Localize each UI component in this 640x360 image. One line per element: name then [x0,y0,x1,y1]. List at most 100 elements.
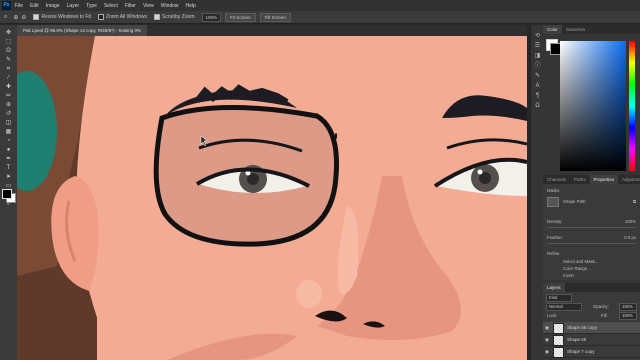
menu-help[interactable]: Help [186,3,196,9]
tab-properties[interactable]: Properties [589,175,619,184]
tab-layers[interactable]: Layers [543,283,565,292]
hue-slider[interactable] [629,41,635,171]
panel-icon-strip: ⟲ ☰ ◨ ⓘ ✎ A ¶ Ω [530,25,544,360]
visibility-eye-icon[interactable]: ◉ [545,337,550,342]
tab-channels[interactable]: Channels [543,175,570,184]
tab-color[interactable]: Color [543,25,562,34]
color-picker [545,37,638,172]
tools-panel: ✥ ⬚ ʘ ✎ ⌗ ⁄ ✚ ✏ ⊕ ↺ ◫ ▦ ◔ ● ✒ T ➤ ▭ ✋ ⌕ [0,25,18,360]
stamp-icon[interactable]: ⊕ [0,101,17,110]
nose-tip-highlight-shape [296,280,322,308]
fit-screen-button[interactable]: Fit Screen [225,12,256,22]
zoom-all-windows-checkbox[interactable]: Zoom All Windows [97,14,148,20]
menu-file[interactable]: File [15,3,23,9]
menu-layer[interactable]: Layer [67,3,80,9]
brush-icon[interactable]: ✏ [0,92,17,101]
fill-screen-button[interactable]: Fill Screen [259,12,291,22]
checkbox-label: Zoom All Windows [105,14,148,20]
kind-filter-dropdown[interactable]: Kind [546,294,572,302]
foreground-color-swatch[interactable] [2,189,12,199]
zoom-in-icon[interactable]: ⊕ [13,14,18,21]
quick-select-icon[interactable]: ✎ [0,56,17,65]
menu-filter[interactable]: Filter [125,3,136,9]
blend-mode-dropdown[interactable]: Normal [546,303,582,311]
feather-slider[interactable] [547,243,636,244]
menu-edit[interactable]: Edit [30,3,39,9]
checkbox-box[interactable] [154,14,161,20]
marquee-icon[interactable]: ⬚ [0,38,17,47]
visibility-eye-icon[interactable]: ◉ [545,349,550,354]
lock-label: Lock: [547,313,558,318]
document-tab-bar: Pak Lpeol @ 96.6% (Shape 14 copy, RGB/8*… [17,25,527,36]
blur-icon[interactable]: ◔ [0,137,17,146]
color-range-button[interactable]: Color Range... [563,266,591,271]
resize-windows-checkbox[interactable]: Resize Windows to Fit [33,14,91,20]
fill-label: Fill: [601,313,608,318]
saturation-field[interactable] [560,41,626,171]
options-bar: ⌕ ⊕ ⊖ Resize Windows to Fit Zoom All Win… [0,11,640,24]
select-and-mask-button[interactable]: Select and Mask... [563,259,598,264]
gradient-icon[interactable]: ▦ [0,128,17,137]
fill-field[interactable]: 100% [619,312,637,320]
density-slider[interactable] [547,227,636,228]
checkbox-label: Scrubby Zoom [162,14,195,20]
masks-section-title: Masks [547,188,560,193]
tab-swatches[interactable]: Swatches [562,25,590,34]
color-panel-tabs: Color Swatches [543,25,640,34]
lasso-icon[interactable]: ʘ [0,47,17,56]
eraser-icon[interactable]: ◫ [0,119,17,128]
layer-row[interactable]: ◉ Shape 56 copy [543,322,640,334]
canvas[interactable] [17,36,527,360]
density-label: Density: [547,219,563,224]
move-icon[interactable]: ✥ [0,29,17,38]
pen-icon[interactable]: ✒ [0,155,17,164]
zoom-tool-icon[interactable]: ⌕ [4,14,7,21]
layer-row[interactable]: ◉ Shape 7 copy [543,346,640,358]
opacity-field[interactable]: 100% [619,303,637,311]
path-select-icon[interactable]: ➤ [0,173,17,182]
feather-value[interactable]: 0.0 px [624,235,636,240]
crop-icon[interactable]: ⌗ [0,65,17,74]
tab-paths[interactable]: Paths [570,175,590,184]
right-panel-dock: Color Swatches Channels Paths Properties… [543,25,640,360]
zoom-percent-field[interactable]: 100% [201,12,222,22]
visibility-eye-icon[interactable]: ◉ [545,325,550,330]
healing-icon[interactable]: ✚ [0,83,17,92]
scrubby-zoom-checkbox[interactable]: Scrubby Zoom [154,14,195,20]
invert-button[interactable]: Invert [563,273,574,278]
mask-thumbnail [547,197,559,207]
feather-label: Feather: [547,235,564,240]
layer-name: Shape 7 copy [567,349,595,354]
menu-type[interactable]: Type [86,3,97,9]
layers-panel: Layers Kind Normal Opacity: 100% Lock: F… [543,283,640,360]
menu-view[interactable]: View [143,3,154,9]
layer-row[interactable]: ◉ Shape 56 [543,334,640,346]
document-tab[interactable]: Pak Lpeol @ 96.6% (Shape 14 copy, RGB/8*… [17,25,148,36]
layers-panel-tabs: Layers [543,283,640,292]
density-value[interactable]: 100% [625,219,636,224]
layer-thumbnail [553,335,564,346]
mask-label: Shape Path [563,199,586,204]
portrait-illustration [17,36,527,360]
menu-select[interactable]: Select [104,3,118,9]
eyedropper-icon[interactable]: ⁄ [0,74,17,83]
tab-adjustments[interactable]: Adjustments [618,175,640,184]
menu-window[interactable]: Window [161,3,179,9]
opacity-label: Opacity: [593,304,609,309]
refine-label: Refine: [547,251,561,256]
zoom-out-icon[interactable]: ⊖ [21,14,26,21]
checkbox-label: Resize Windows to Fit [41,14,91,20]
checkbox-box[interactable] [33,14,40,20]
dodge-icon[interactable]: ● [0,146,17,155]
layer-name: Shape 56 copy [567,325,598,330]
menu-image[interactable]: Image [46,3,60,9]
right-eye-glint-shape [477,169,483,175]
menu-bar: Ps File Edit Image Layer Type Select Fil… [0,0,640,11]
checkbox-box[interactable] [97,14,104,20]
layer-name: Shape 56 [567,337,587,342]
layer-thumbnail [553,323,564,334]
history-brush-icon[interactable]: ↺ [0,110,17,119]
properties-panel: Channels Paths Properties Adjustments Ma… [543,175,640,280]
type-icon[interactable]: T [0,164,17,173]
add-mask-icon[interactable]: ⧉ [633,199,636,204]
